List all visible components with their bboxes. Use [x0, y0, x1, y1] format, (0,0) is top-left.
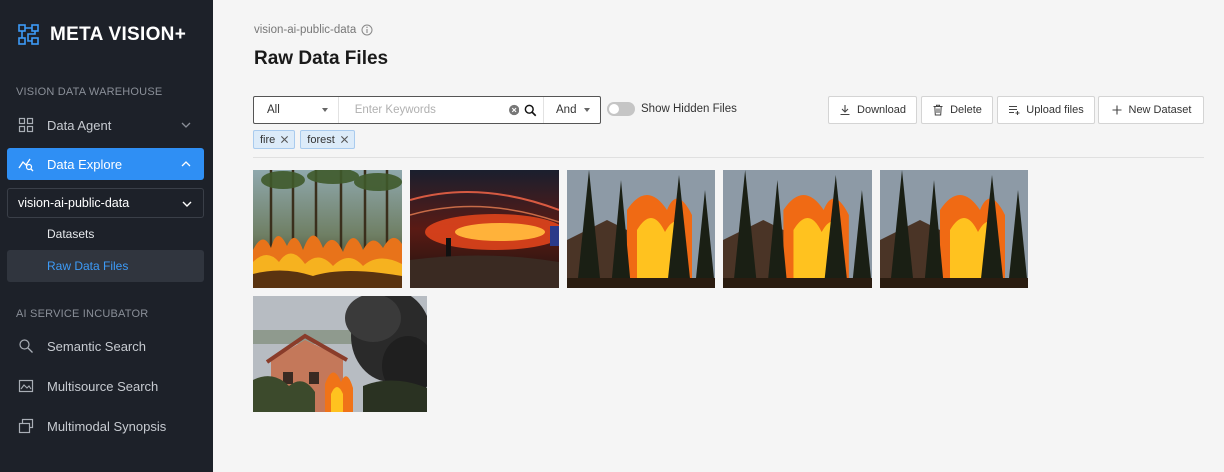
close-icon[interactable]: [340, 135, 349, 144]
sidebar-item-datasets[interactable]: Datasets: [7, 218, 204, 250]
sidebar-item-semantic-search[interactable]: Semantic Search: [7, 330, 204, 362]
sidebar-item-label: Multisource Search: [47, 378, 159, 394]
section-title-warehouse: VISION DATA WAREHOUSE: [16, 86, 163, 98]
chevron-down-icon: [182, 201, 192, 207]
forest-fire-image: [253, 170, 402, 288]
filter-tag: forest: [300, 130, 355, 149]
close-icon[interactable]: [280, 135, 289, 144]
logo-network-icon: [18, 24, 39, 45]
app-name: META VISION+: [50, 24, 187, 45]
show-hidden-label: Show Hidden Files: [641, 103, 737, 115]
breadcrumb-project[interactable]: vision-ai-public-data: [254, 24, 356, 36]
info-icon[interactable]: [361, 24, 373, 36]
chart-explore-icon: [18, 156, 34, 172]
scope-select-value: All: [267, 104, 280, 116]
chevron-down-icon: [181, 122, 191, 128]
download-icon: [840, 105, 850, 116]
scope-select[interactable]: All: [254, 97, 339, 123]
image-thumbnail-house-fire-1[interactable]: [567, 170, 715, 288]
filter-tag-label: forest: [307, 133, 335, 146]
divider: [253, 157, 1204, 158]
list-add-icon: [1009, 105, 1020, 115]
sidebar-item-label: Multimodal Synopsis: [47, 418, 167, 434]
search-filter-bar: All And: [253, 96, 601, 124]
sidebar-item-label: Semantic Search: [47, 338, 146, 354]
grid-icon: [18, 117, 34, 133]
search-icon[interactable]: [524, 103, 537, 118]
sidebar: META VISION+ VISION DATA WAREHOUSE Data …: [0, 0, 213, 472]
app-logo[interactable]: META VISION+: [17, 23, 186, 47]
firefighter-hose-image: [410, 170, 559, 288]
clear-icon[interactable]: [508, 104, 520, 116]
page-title: Raw Data Files: [254, 48, 389, 69]
keyword-input[interactable]: [338, 97, 509, 123]
filter-tag: fire: [253, 130, 296, 149]
project-select-value: vision-ai-public-data: [18, 196, 130, 210]
sidebar-item-data-agent[interactable]: Data Agent: [7, 109, 204, 141]
sidebar-item-multisource-search[interactable]: Multisource Search: [7, 370, 204, 402]
show-hidden-toggle[interactable]: [607, 102, 635, 116]
image-stack-icon: [18, 378, 34, 394]
image-thumbnail-hose-night[interactable]: [410, 170, 559, 288]
house-fire-image: [723, 170, 872, 288]
caret-down-icon: [321, 108, 328, 112]
filter-tag-label: fire: [260, 133, 276, 146]
search-icon: [18, 338, 34, 354]
download-button[interactable]: Download: [828, 96, 917, 124]
delete-button[interactable]: Delete: [921, 96, 993, 124]
sidebar-item-label: Data Explore: [47, 156, 123, 172]
download-label: Download: [857, 104, 906, 116]
sidebar-item-data-explore[interactable]: Data Explore: [7, 148, 204, 180]
house-fire-smoke-image: [253, 296, 427, 412]
image-thumbnail-house-fire-smoke[interactable]: [253, 296, 427, 412]
section-title-incubator: AI SERVICE INCUBATOR: [16, 308, 149, 320]
image-thumbnail-forest-fire[interactable]: [253, 170, 402, 288]
trash-icon: [933, 104, 943, 116]
delete-label: Delete: [950, 104, 982, 116]
breadcrumb: vision-ai-public-data: [254, 24, 373, 36]
house-fire-image: [880, 170, 1028, 288]
sidebar-item-label: Data Agent: [47, 117, 112, 133]
image-thumbnail-house-fire-3[interactable]: [880, 170, 1028, 288]
upload-files-button[interactable]: Upload files: [997, 96, 1095, 124]
sidebar-item-raw-data-files[interactable]: Raw Data Files: [7, 250, 204, 282]
logic-select[interactable]: And: [543, 97, 600, 123]
chevron-up-icon: [181, 161, 191, 167]
house-fire-image: [567, 170, 715, 288]
main-content: vision-ai-public-data Raw Data Files All…: [213, 0, 1224, 472]
show-hidden-toggle-group: Show Hidden Files: [607, 102, 737, 116]
new-dataset-button[interactable]: New Dataset: [1098, 96, 1204, 124]
filter-tags: fire forest: [253, 130, 360, 149]
upload-files-label: Upload files: [1026, 104, 1084, 116]
new-dataset-label: New Dataset: [1128, 104, 1192, 116]
plus-icon: [1112, 105, 1121, 115]
project-select[interactable]: vision-ai-public-data: [7, 188, 204, 218]
logic-select-value: And: [556, 104, 577, 116]
caret-down-icon: [583, 108, 590, 112]
image-thumbnail-house-fire-2[interactable]: [723, 170, 872, 288]
windows-icon: [18, 418, 34, 434]
sidebar-item-multimodal-synopsis[interactable]: Multimodal Synopsis: [7, 410, 204, 442]
